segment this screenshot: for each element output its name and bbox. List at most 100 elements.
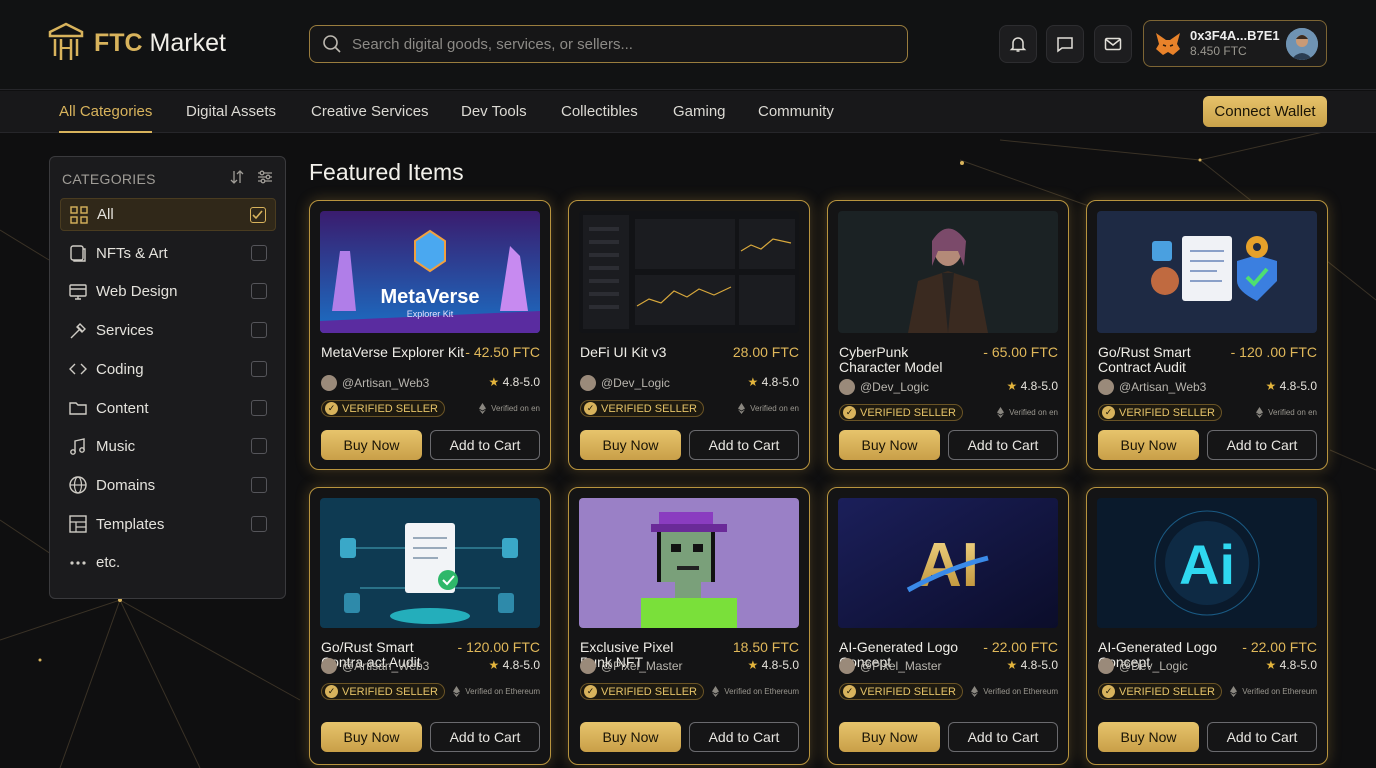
star-icon: ★ — [488, 658, 500, 672]
product-card[interactable]: Go/Rust Smart Contract Audit - 120 .00 FT… — [1086, 200, 1328, 470]
contract-audit-artwork[interactable] — [1097, 211, 1317, 333]
filter-settings-icon[interactable] — [257, 169, 273, 185]
category-checkbox[interactable] — [251, 515, 267, 532]
svg-text:Explorer Kit: Explorer Kit — [407, 309, 454, 319]
checkmark-icon — [252, 210, 263, 220]
tab-community[interactable]: Community — [758, 91, 834, 133]
metaverse-artwork[interactable]: MetaVerse Explorer Kit — [320, 211, 540, 333]
seller-link[interactable]: @Dev_Logic — [839, 379, 929, 395]
add-to-cart-button[interactable]: Add to Cart — [689, 722, 799, 752]
product-card[interactable]: Go/Rust Smart Contra act Audit - 120.00 F… — [309, 487, 551, 765]
verified-seller-badge: ✓ VERIFIED SELLER — [1098, 683, 1222, 700]
seller-handle: @Dev_Logic — [601, 376, 670, 390]
category-checkbox[interactable] — [251, 360, 267, 377]
tab-collectibles[interactable]: Collectibles — [561, 91, 638, 133]
product-price: - 42.50 FTC — [465, 344, 540, 360]
sort-icon[interactable] — [229, 169, 245, 185]
sidebar-item-coding[interactable]: Coding — [60, 353, 276, 386]
seller-link[interactable]: @Artisan_Web3 — [1098, 379, 1206, 395]
chain-verification: Verified on Ethereum — [712, 686, 799, 697]
buy-now-button[interactable]: Buy Now — [321, 722, 422, 752]
ethereum-icon — [479, 403, 487, 414]
product-card[interactable]: DeFi UI Kit v3 28.00 FTC @Dev_Logic ★ 4.8-5… — [568, 200, 810, 470]
chat-button[interactable] — [1046, 25, 1084, 63]
product-card[interactable]: MetaVerse Explorer Kit MetaVerse Explorer … — [309, 200, 551, 470]
ai-logo-artwork[interactable]: AI — [838, 498, 1058, 628]
wallet-widget[interactable]: 0x3F4A...B7E1 8.450 FTC — [1143, 20, 1327, 67]
product-title[interactable]: Go/Rust Smart Contract Audit — [1098, 345, 1223, 375]
category-checkbox[interactable] — [251, 476, 267, 493]
sidebar-item-web-design[interactable]: Web Design — [60, 275, 276, 308]
sidebar-item-music[interactable]: Music — [60, 430, 276, 463]
buy-now-button[interactable]: Buy Now — [580, 430, 681, 460]
badge-label: VERIFIED SELLER — [342, 402, 438, 415]
tab-digital-assets[interactable]: Digital Assets — [186, 91, 276, 133]
sidebar-item-services[interactable]: Services — [60, 314, 276, 347]
pixel-punk-artwork[interactable] — [579, 498, 799, 628]
add-to-cart-button[interactable]: Add to Cart — [1207, 430, 1317, 460]
notifications-button[interactable] — [999, 25, 1037, 63]
ai-logo-artwork[interactable]: Ai — [1097, 498, 1317, 628]
check-badge-icon: ✓ — [584, 402, 597, 415]
buy-now-button[interactable]: Buy Now — [1098, 722, 1199, 752]
category-checkbox[interactable] — [251, 438, 267, 455]
add-to-cart-button[interactable]: Add to Cart — [948, 722, 1058, 752]
chain-verification: Verified on Ethereum — [971, 686, 1058, 697]
product-card[interactable]: AI AI-Generated Logo Concept - 22.00 FTC @P… — [827, 487, 1069, 765]
seller-link[interactable]: @Dev_Logic — [1098, 658, 1188, 674]
star-icon: ★ — [488, 375, 500, 389]
buy-now-button[interactable]: Buy Now — [839, 430, 940, 460]
tab-all-categories[interactable]: All Categories — [59, 91, 153, 133]
buy-now-button[interactable]: Buy Now — [1098, 430, 1199, 460]
seller-link[interactable]: @Dev_Logic — [580, 375, 670, 391]
buy-now-button[interactable]: Buy Now — [580, 722, 681, 752]
product-rating: ★ 4.8-5.0 — [489, 375, 540, 389]
buy-now-button[interactable]: Buy Now — [839, 722, 940, 752]
category-checkbox[interactable] — [251, 399, 267, 416]
product-title[interactable]: MetaVerse Explorer Kit — [321, 345, 471, 360]
fox-wallet-icon — [1156, 32, 1180, 55]
category-checkbox[interactable] — [251, 244, 267, 261]
category-checkbox[interactable] — [250, 207, 266, 223]
add-to-cart-button[interactable]: Add to Cart — [689, 430, 799, 460]
brand-logo[interactable]: FTC Market — [48, 22, 226, 64]
dashboard-screenshot[interactable] — [579, 211, 799, 333]
search-input[interactable] — [352, 35, 892, 53]
connect-wallet-button[interactable]: Connect Wallet — [1203, 96, 1327, 127]
sidebar-item-nfts-art[interactable]: NFTs & Art — [60, 237, 276, 270]
seller-link[interactable]: @Artisan_Web3 — [321, 375, 429, 391]
product-title[interactable]: CyberPunk Character Model — [839, 345, 964, 375]
character-artwork[interactable] — [838, 211, 1058, 333]
sidebar-item-all[interactable]: All — [60, 198, 276, 231]
seller-link[interactable]: @Artisan_Web3 — [321, 658, 429, 674]
category-checkbox[interactable] — [251, 322, 267, 339]
tab-dev-tools[interactable]: Dev Tools — [461, 91, 527, 133]
search-bar[interactable] — [309, 25, 908, 63]
tab-gaming[interactable]: Gaming — [673, 91, 726, 133]
search-icon — [323, 35, 341, 53]
seller-link[interactable]: @Pixel_Master — [839, 658, 942, 674]
tab-creative-services[interactable]: Creative Services — [311, 91, 429, 133]
seller-avatar — [839, 658, 855, 674]
add-to-cart-button[interactable]: Add to Cart — [430, 430, 540, 460]
seller-link[interactable]: @Pixel_Master — [580, 658, 683, 674]
product-card[interactable]: Exclusive Pixel Punk NFT 18.50 FTC @Pixel_… — [568, 487, 810, 765]
cloud-audit-artwork[interactable] — [320, 498, 540, 628]
add-to-cart-button[interactable]: Add to Cart — [948, 430, 1058, 460]
sidebar-item-domains[interactable]: Domains — [60, 469, 276, 502]
sidebar-item-etc[interactable]: etc. — [60, 546, 276, 579]
sidebar-item-templates[interactable]: Templates — [60, 508, 276, 541]
product-title[interactable]: DeFi UI Kit v3 — [580, 345, 730, 360]
mail-button[interactable] — [1094, 25, 1132, 63]
add-to-cart-button[interactable]: Add to Cart — [430, 722, 540, 752]
buy-now-button[interactable]: Buy Now — [321, 430, 422, 460]
badge-label: VERIFIED SELLER — [860, 685, 956, 698]
category-checkbox[interactable] — [251, 283, 267, 300]
product-rating: ★ 4.8-5.0 — [1007, 658, 1058, 672]
product-card[interactable]: Ai AI-Generated Logo Concept - 22.00 FTC @D… — [1086, 487, 1328, 765]
product-card[interactable]: CyberPunk Character Model - 65.00 FTC @Dev… — [827, 200, 1069, 470]
add-to-cart-button[interactable]: Add to Cart — [1207, 722, 1317, 752]
user-avatar[interactable] — [1286, 28, 1318, 60]
sidebar-item-content[interactable]: Content — [60, 392, 276, 425]
product-price: 18.50 FTC — [732, 639, 799, 655]
